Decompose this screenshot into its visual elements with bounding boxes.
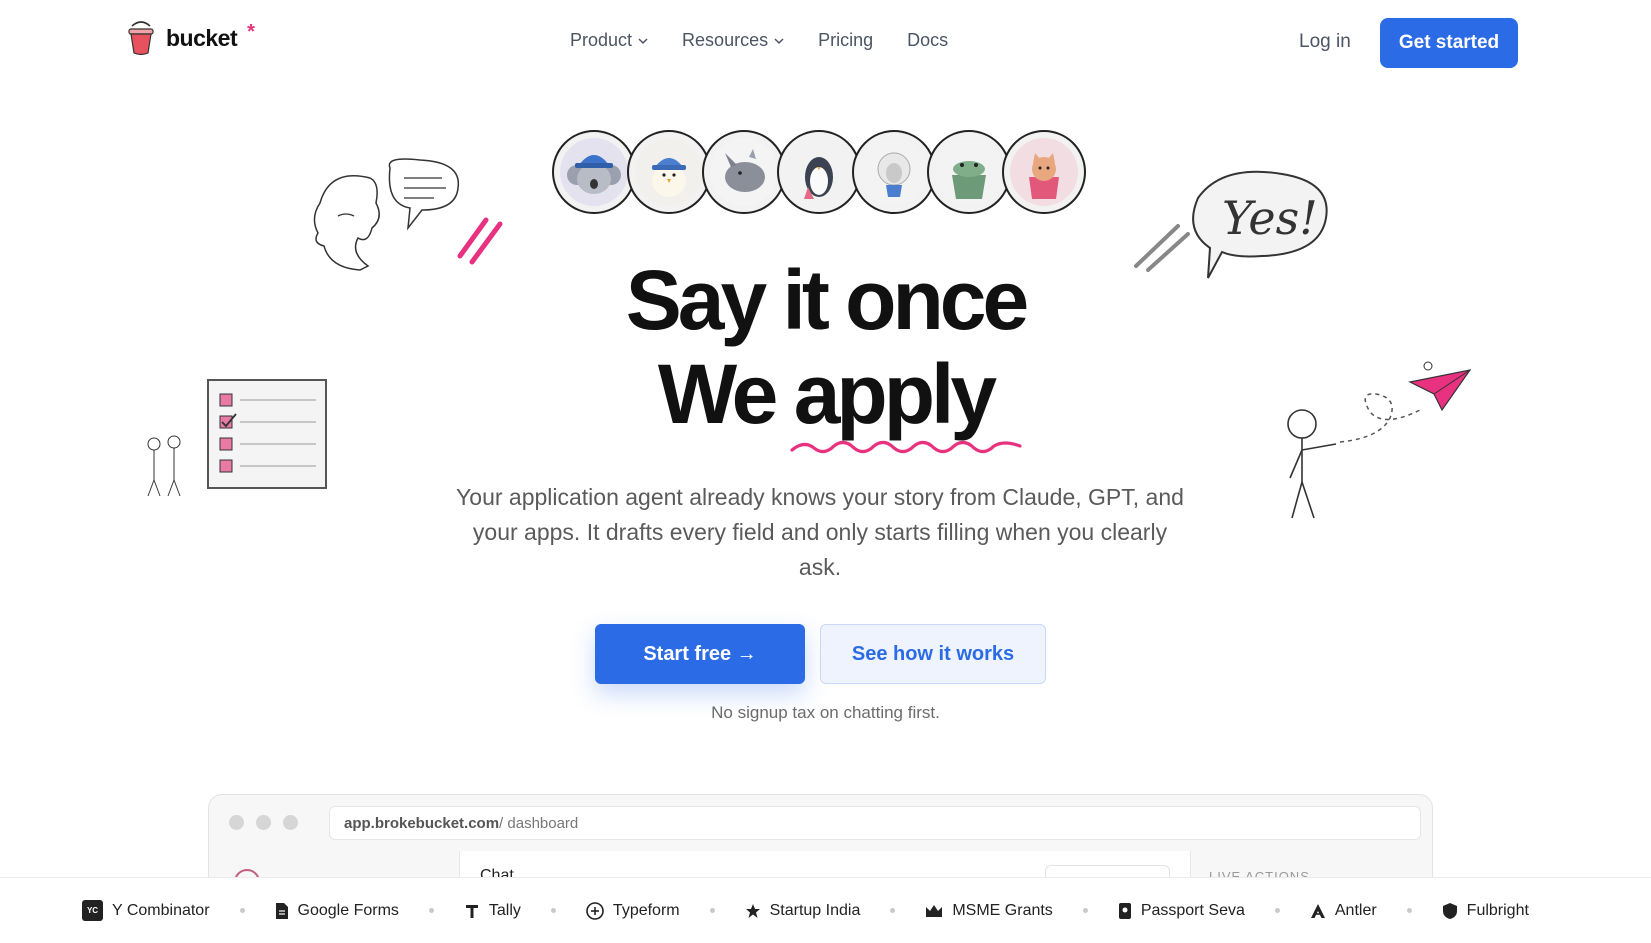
brand-star: * bbox=[247, 20, 255, 43]
hero-headline-apply-wrap: apply bbox=[790, 352, 1022, 454]
chevron-down-icon bbox=[774, 37, 784, 44]
brand-startup-india: Startup India bbox=[745, 901, 861, 920]
window-dot bbox=[229, 815, 244, 830]
see-how-it-works-button[interactable]: See how it works bbox=[820, 624, 1046, 684]
get-started-button[interactable]: Get started bbox=[1380, 18, 1518, 68]
separator-dot bbox=[709, 908, 715, 913]
brand-antler: Antler bbox=[1310, 902, 1377, 920]
nav-docs-label: Docs bbox=[907, 30, 949, 50]
window-dot bbox=[256, 815, 271, 830]
nav-docs[interactable]: Docs bbox=[907, 30, 948, 51]
tally-icon bbox=[465, 904, 478, 918]
address-bar: app.brokebucket.com / dashboard bbox=[329, 806, 1421, 840]
separator-dot bbox=[890, 908, 896, 913]
rhino-avatar-icon bbox=[702, 130, 786, 214]
url-path: / dashboard bbox=[499, 814, 579, 832]
brand-name: bucket bbox=[166, 24, 238, 51]
start-free-button[interactable]: Start free → bbox=[595, 624, 805, 684]
cat-avatar-icon bbox=[1002, 130, 1086, 214]
hero-headline-we: We bbox=[657, 347, 794, 441]
brand-label: Typeform bbox=[612, 901, 680, 919]
antler-icon bbox=[1310, 903, 1325, 918]
brand-typeform: Typeform bbox=[586, 902, 680, 920]
brand-label: Antler bbox=[1334, 901, 1377, 919]
bucket-logo-icon bbox=[128, 21, 154, 56]
separator-dot bbox=[1406, 908, 1412, 913]
star-icon bbox=[745, 903, 760, 918]
squiggle-underline-icon bbox=[790, 440, 1022, 454]
sheep-avatar-icon bbox=[852, 130, 936, 214]
crocodile-avatar-icon bbox=[927, 130, 1011, 214]
window-controls bbox=[229, 815, 298, 830]
main-nav: Product Resources Pricing Docs bbox=[570, 30, 948, 51]
hero-headline-apply: apply bbox=[793, 347, 997, 441]
avatar-row bbox=[552, 130, 1086, 214]
hero-headline-line1: Say it once bbox=[625, 253, 1030, 347]
window-dot bbox=[283, 815, 298, 830]
nav-pricing[interactable]: Pricing bbox=[818, 30, 873, 51]
koala-avatar-icon bbox=[552, 130, 636, 214]
brand-y-combinator: YC Y Combinator bbox=[82, 900, 210, 921]
crown-icon bbox=[926, 904, 943, 917]
brand-label: Y Combinator bbox=[112, 901, 210, 919]
brand-label: Fulbright bbox=[1466, 901, 1529, 919]
brand-google-forms: Google Forms bbox=[275, 902, 399, 920]
brand-msme-grants: MSME Grants bbox=[925, 901, 1053, 920]
landing-page: bucket * Product Resources Pricing Docs … bbox=[0, 0, 1651, 943]
brand-label: MSME Grants bbox=[952, 901, 1053, 919]
separator-dot bbox=[1274, 908, 1280, 913]
brand-label: Startup India bbox=[769, 901, 861, 919]
nav-resources-label: Resources bbox=[682, 30, 769, 50]
brand-label: Passport Seva bbox=[1140, 901, 1245, 919]
penguin-avatar-icon bbox=[777, 130, 861, 214]
chevron-down-icon bbox=[638, 37, 648, 44]
yes-bubble-text: Yes! bbox=[1222, 191, 1318, 245]
hero-headline-line2: We apply bbox=[0, 352, 1651, 454]
logo-strip: YC Y Combinator Google Forms Tally Typef… bbox=[0, 877, 1651, 943]
plus-circle-icon bbox=[586, 901, 604, 920]
nav-product-label: Product bbox=[570, 30, 633, 50]
signup-note: No signup tax on chatting first. bbox=[711, 703, 940, 722]
separator-dot bbox=[550, 908, 556, 913]
brand-tally: Tally bbox=[464, 902, 521, 920]
passport-icon bbox=[1118, 902, 1131, 919]
brand-fulbright: Fulbright bbox=[1442, 902, 1529, 920]
shield-icon bbox=[1442, 902, 1457, 919]
url-domain: app.brokebucket.com bbox=[344, 814, 500, 832]
hero-subtitle: Your application agent already knows you… bbox=[456, 484, 1184, 580]
yc-icon: YC bbox=[82, 900, 103, 921]
separator-dot bbox=[428, 908, 434, 913]
brand-passport-seva: Passport Seva bbox=[1118, 902, 1245, 920]
login-link[interactable]: Log in bbox=[1299, 31, 1351, 53]
brand-label: Google Forms bbox=[297, 901, 399, 919]
document-icon bbox=[275, 902, 288, 919]
nav-resources[interactable]: Resources bbox=[682, 30, 784, 51]
nav-product[interactable]: Product bbox=[570, 30, 648, 51]
separator-dot bbox=[239, 908, 245, 913]
nav-pricing-label: Pricing bbox=[818, 30, 874, 50]
chick-avatar-icon bbox=[627, 130, 711, 214]
separator-dot bbox=[1082, 908, 1088, 913]
brand-label: Tally bbox=[488, 901, 521, 919]
brand-logo[interactable]: bucket * bbox=[126, 20, 255, 56]
